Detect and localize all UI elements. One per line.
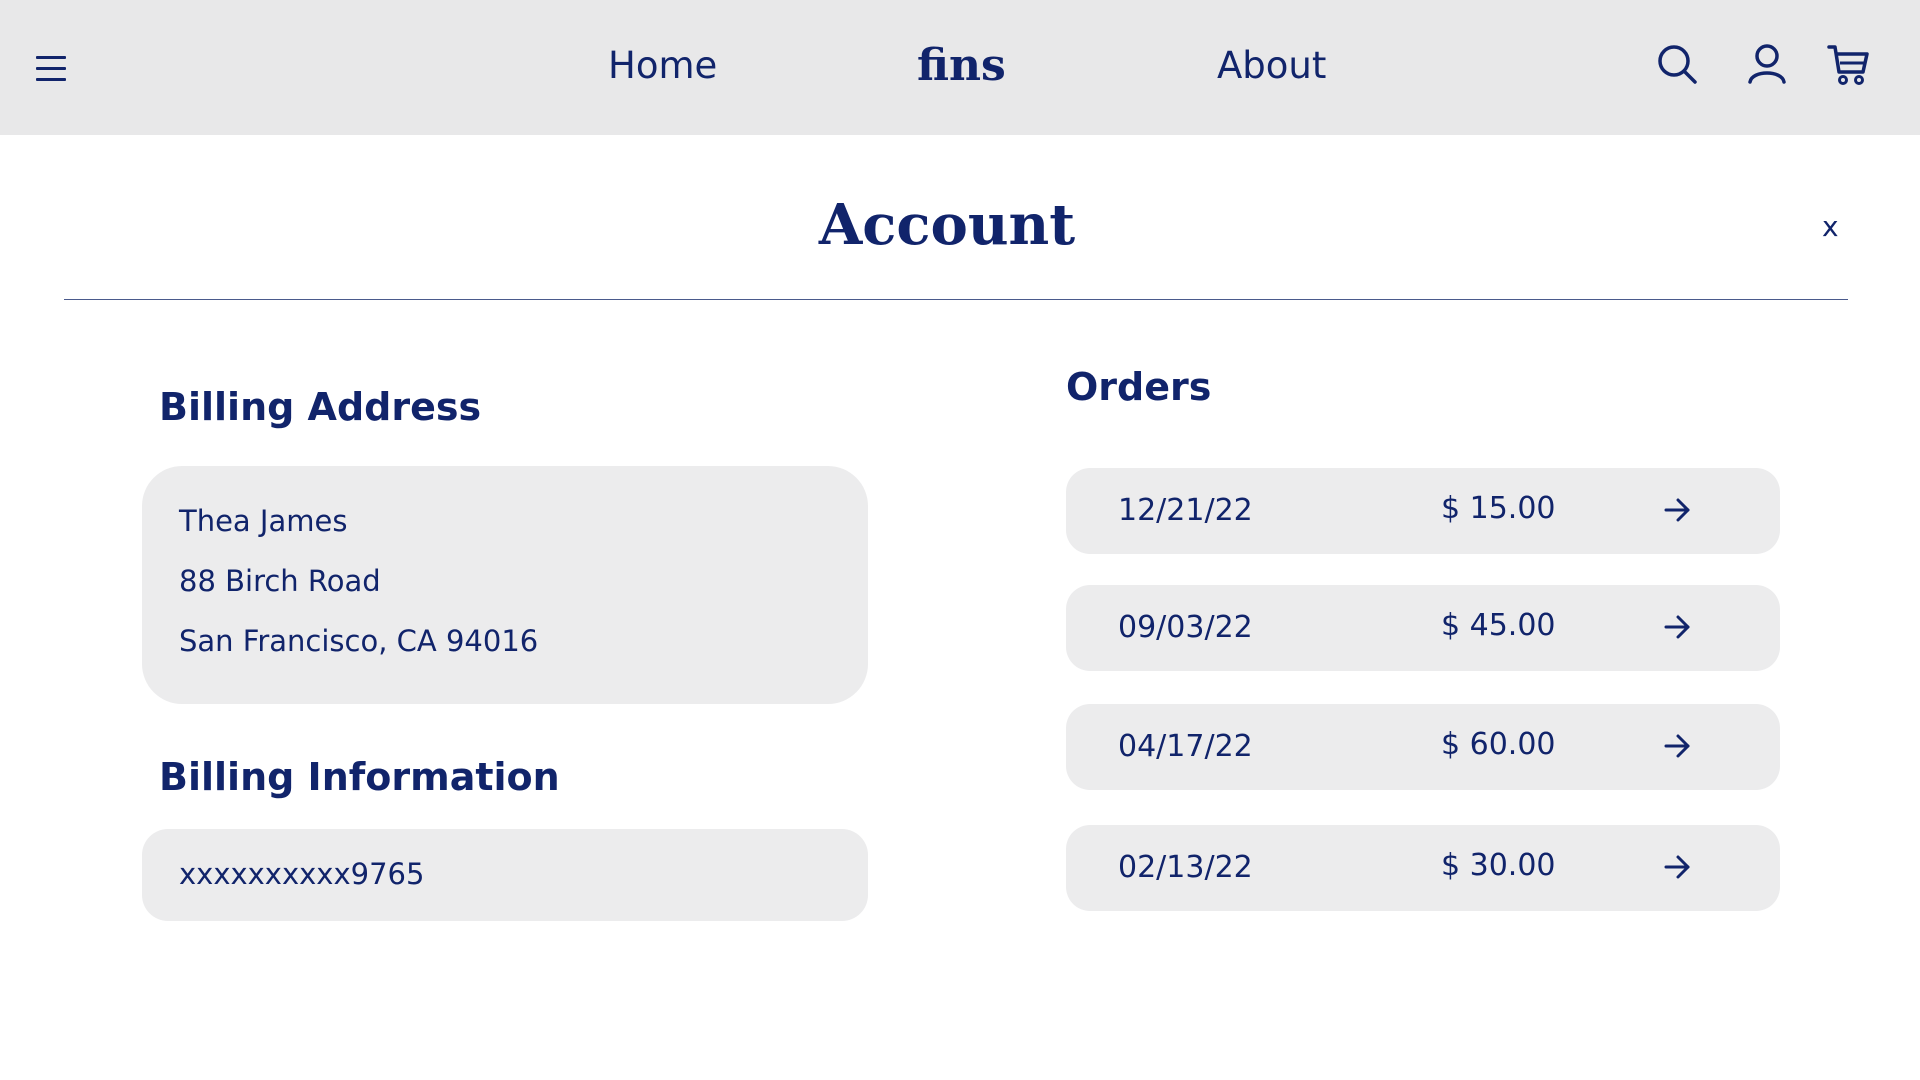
- order-amount: $ 30.00: [1441, 848, 1556, 883]
- address-city: San Francisco, CA 94016: [179, 624, 539, 658]
- order-date: 12/21/22: [1118, 493, 1253, 528]
- billing-address-card: Thea James 88 Birch Road San Francisco, …: [142, 466, 868, 704]
- order-amount: $ 60.00: [1441, 727, 1556, 762]
- divider: [64, 299, 1848, 300]
- user-icon[interactable]: [1744, 42, 1790, 88]
- orders-heading: Orders: [1066, 365, 1212, 409]
- top-navigation-bar: Home fins About: [0, 0, 1920, 135]
- cart-icon[interactable]: [1826, 42, 1872, 88]
- masked-card-number: xxxxxxxxxx9765: [179, 857, 425, 891]
- billing-information-heading: Billing Information: [159, 755, 560, 799]
- order-row[interactable]: 09/03/22 $ 45.00: [1066, 585, 1780, 671]
- order-date: 04/17/22: [1118, 729, 1253, 764]
- arrow-right-icon[interactable]: [1662, 612, 1692, 642]
- nav-home-link[interactable]: Home: [608, 44, 717, 88]
- order-row[interactable]: 12/21/22 $ 15.00: [1066, 468, 1780, 554]
- order-amount: $ 15.00: [1441, 491, 1556, 526]
- brand-logo[interactable]: fins: [917, 38, 1006, 94]
- hamburger-menu-icon[interactable]: [36, 56, 66, 88]
- order-date: 02/13/22: [1118, 850, 1253, 885]
- billing-address-heading: Billing Address: [159, 385, 482, 429]
- close-button[interactable]: x: [1822, 210, 1839, 244]
- billing-information-card: xxxxxxxxxx9765: [142, 829, 868, 921]
- address-street: 88 Birch Road: [179, 564, 381, 598]
- order-row[interactable]: 04/17/22 $ 60.00: [1066, 704, 1780, 790]
- arrow-right-icon[interactable]: [1662, 731, 1692, 761]
- order-amount: $ 45.00: [1441, 608, 1556, 643]
- search-icon[interactable]: [1655, 42, 1701, 88]
- order-date: 09/03/22: [1118, 610, 1253, 645]
- page-title: Account: [818, 192, 1076, 258]
- order-row[interactable]: 02/13/22 $ 30.00: [1066, 825, 1780, 911]
- nav-about-link[interactable]: About: [1217, 44, 1326, 88]
- address-name: Thea James: [179, 504, 348, 538]
- arrow-right-icon[interactable]: [1662, 495, 1692, 525]
- arrow-right-icon[interactable]: [1662, 852, 1692, 882]
